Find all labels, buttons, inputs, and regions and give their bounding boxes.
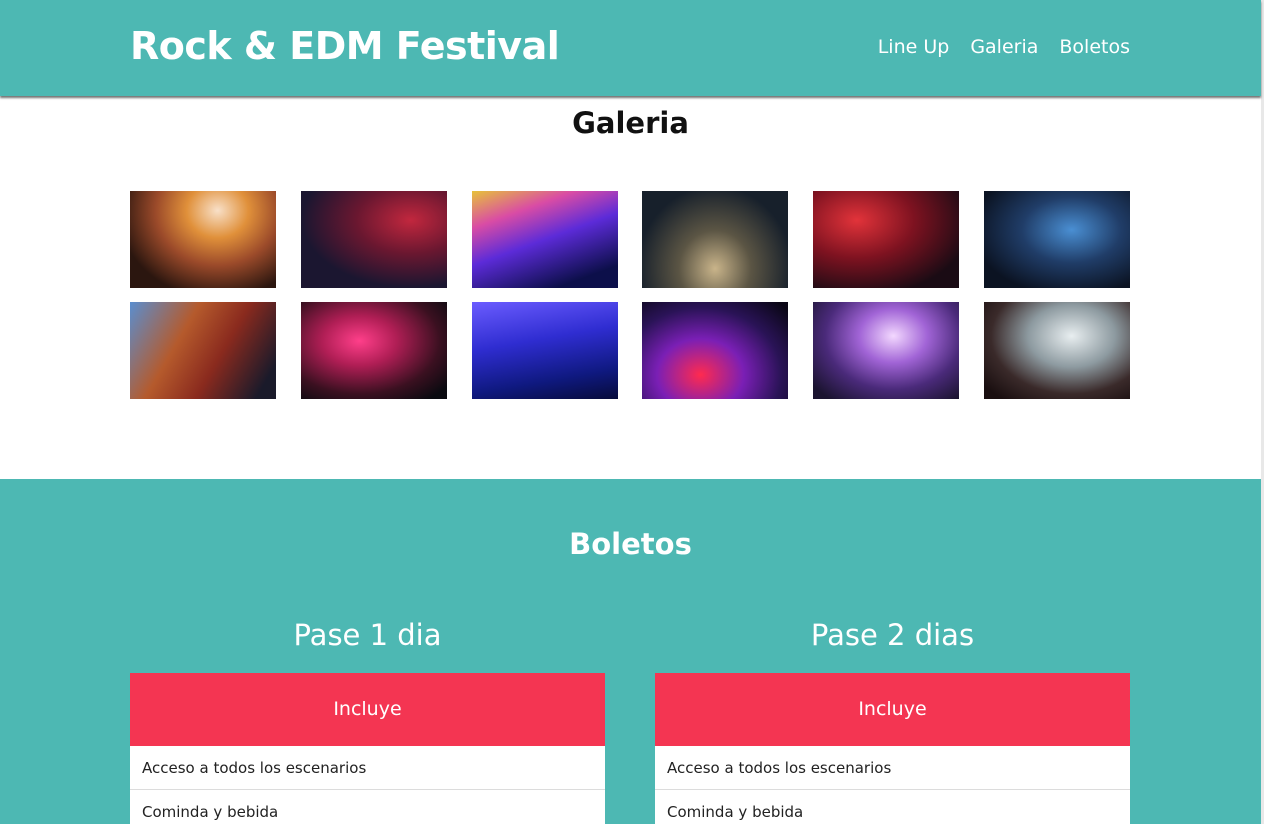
ticket-card-item: Cominda y bebida (655, 790, 1130, 824)
gallery-photo[interactable] (813, 191, 960, 288)
gallery-photo[interactable] (130, 191, 276, 288)
gallery-photo[interactable] (642, 191, 789, 288)
gallery-photo[interactable] (300, 191, 447, 288)
ticket-card-header: Incluye (655, 673, 1130, 746)
tickets-section: Boletos Pase 1 dia Incluye Acceso a todo… (0, 479, 1261, 824)
gallery-section: Galeria (0, 96, 1261, 479)
gallery-photo[interactable] (300, 302, 447, 399)
gallery-photo[interactable] (130, 302, 276, 399)
ticket-card-item: Acceso a todos los escenarios (130, 746, 605, 790)
gallery-photo[interactable] (813, 302, 960, 399)
tickets-title: Boletos (569, 527, 692, 561)
nav-link-line-up[interactable]: Line Up (878, 36, 950, 58)
gallery-photo[interactable] (471, 191, 618, 288)
ticket-card-title: Pase 1 dia (293, 618, 442, 652)
nav-link-boletos[interactable]: Boletos (1059, 36, 1130, 58)
gallery-photo[interactable] (471, 302, 618, 399)
nav-link-galeria[interactable]: Galeria (970, 36, 1038, 58)
ticket-card-item: Acceso a todos los escenarios (655, 746, 1130, 790)
ticket-card-item: Cominda y bebida (130, 790, 605, 824)
ticket-card-title: Pase 2 dias (810, 618, 975, 652)
ticket-card-1-day: Pase 1 dia Incluye Acceso a todos los es… (130, 609, 605, 824)
gallery-grid (130, 191, 1130, 399)
site-logo[interactable]: Rock & EDM Festival (130, 24, 560, 68)
ticket-card-2-days: Pase 2 dias Incluye Acceso a todos los e… (655, 609, 1130, 824)
gallery-photo[interactable] (983, 191, 1130, 288)
site-header: Rock & EDM Festival Line Up Galeria Bole… (0, 0, 1261, 96)
main-nav: Line Up Galeria Boletos (878, 36, 1130, 58)
gallery-title: Galeria (572, 106, 689, 140)
ticket-card-header: Incluye (130, 673, 605, 746)
gallery-photo[interactable] (983, 302, 1130, 399)
gallery-photo[interactable] (642, 302, 789, 399)
